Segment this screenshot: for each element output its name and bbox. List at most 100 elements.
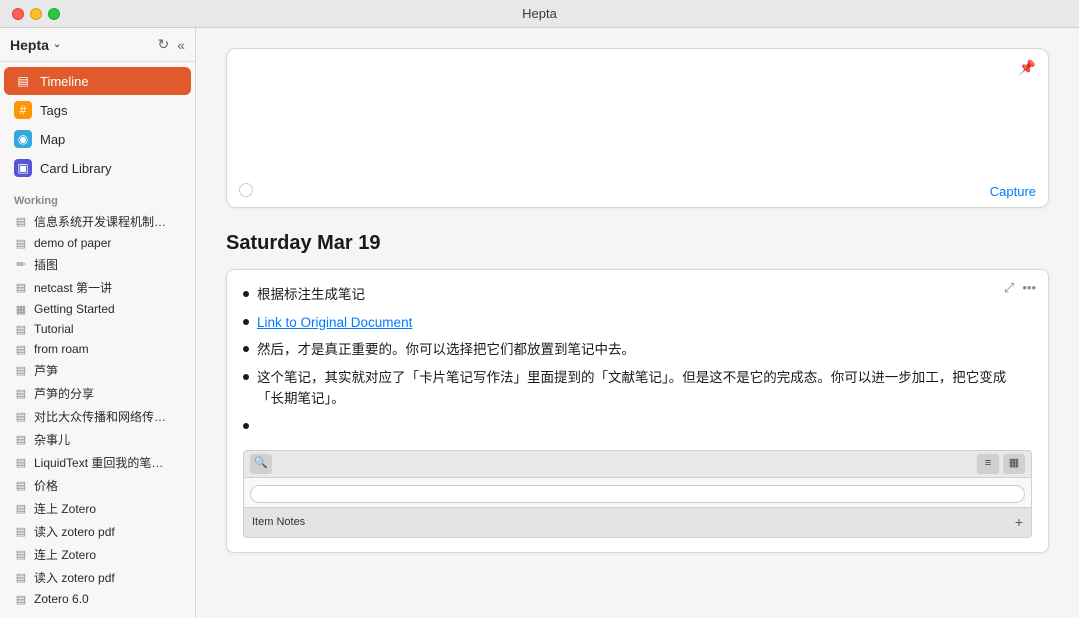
sidebar-item-icon: ▤: [14, 456, 28, 469]
app-name-area[interactable]: Hepta ⌄: [10, 37, 61, 53]
sidebar-item-icon: ▤: [14, 502, 28, 515]
bullet-item-3: 然后，才是真正重要的。你可以选择把它们都放置到笔记中去。: [243, 339, 1032, 361]
sidebar-item[interactable]: ▤ 杂事儿: [0, 428, 195, 451]
sidebar-header: Hepta ⌄ ↻ «: [0, 28, 195, 62]
sidebar-item-label: 杂事儿: [34, 431, 70, 448]
sidebar-item-icon: ▤: [14, 281, 28, 294]
collapse-sidebar-icon[interactable]: «: [177, 37, 185, 53]
sidebar: Hepta ⌄ ↻ « ▤ Timeline #Tags ◉ Map ▣ Card Libr…: [0, 28, 196, 618]
close-button[interactable]: [12, 8, 24, 20]
pin-icon: 📌: [1019, 59, 1036, 76]
sidebar-item[interactable]: ▤ 对比大众传播和网络传播这...: [0, 405, 195, 428]
sidebar-item-icon: ▤: [14, 479, 28, 492]
sidebar-item[interactable]: ▤Tutorial: [0, 319, 195, 339]
sidebar-item-icon: ▤: [14, 548, 28, 561]
sidebar-item-label: 连上 Zotero: [34, 500, 96, 517]
bullet-item-1: 根据标注生成笔记: [243, 284, 1032, 306]
sidebar-item-card-library[interactable]: ▣ Card Library: [4, 154, 191, 182]
note-card-icons: ⤢ •••: [1004, 280, 1036, 296]
sidebar-item-icon: ▤: [14, 410, 28, 423]
zotero-search-input[interactable]: [250, 485, 1025, 503]
sidebar-item[interactable]: ▤from roam: [0, 339, 195, 359]
bullet-dot-4: [243, 374, 249, 380]
sidebar-item-timeline[interactable]: ▤ Timeline: [4, 67, 191, 95]
bullet-item-5: [243, 416, 1032, 438]
bullet-dot-2: [243, 319, 249, 325]
bullet-dot-1: [243, 291, 249, 297]
sidebar-item-label: LiquidText 重回我的笔记系统: [34, 454, 174, 471]
sidebar-item[interactable]: ▤ LiquidText 重回我的笔记系统: [0, 451, 195, 474]
sidebar-item[interactable]: ▤ 读入 zotero pdf: [0, 566, 195, 589]
sidebar-item-label: 芦笋的分享: [34, 385, 94, 402]
sidebar-item-label: 读入 zotero pdf: [34, 569, 115, 586]
sidebar-item[interactable]: ▤芦笋的分享: [0, 382, 195, 405]
sidebar-item-icon: ▤: [14, 215, 28, 228]
sidebar-item-label: 对比大众传播和网络传播这...: [34, 408, 174, 425]
sidebar-item[interactable]: ▤ 价格: [0, 474, 195, 497]
zotero-view-icon[interactable]: ▦: [1003, 454, 1025, 474]
sidebar-item[interactable]: ▤ 芦笋: [0, 359, 195, 382]
link-to-original[interactable]: Link to Original Document: [257, 312, 412, 334]
sidebar-item-map[interactable]: ◉ Map: [4, 125, 191, 153]
sidebar-item[interactable]: ▤demo of paper: [0, 233, 195, 253]
zotero-widget: 🔍 ≡ ▦ Item Notes +: [243, 450, 1032, 538]
sidebar-item-icon: ▤: [14, 433, 28, 446]
title-bar: Hepta: [0, 0, 1079, 28]
sidebar-item[interactable]: ✏插图: [0, 253, 195, 276]
sidebar-item[interactable]: ▦ Getting Started: [0, 299, 195, 319]
sidebar-item-label: netcast 第一讲: [34, 279, 112, 296]
zotero-search-row: [244, 478, 1031, 508]
bullet-item-4: 这个笔记，其实就对应了「卡片笔记写作法」里面提到的「文献笔记」。但是这不是它的完…: [243, 367, 1032, 410]
sidebar-item-icon: ▦: [14, 303, 28, 316]
zotero-item-notes-header: Item Notes +: [244, 507, 1031, 536]
bullet-text-1: 根据标注生成笔记: [257, 284, 365, 306]
capture-button[interactable]: Capture: [990, 184, 1036, 199]
maximize-button[interactable]: [48, 8, 60, 20]
bullet-item-2: Link to Original Document: [243, 312, 1032, 334]
zotero-add-button[interactable]: +: [1015, 511, 1023, 533]
zotero-magnifier-icon[interactable]: 🔍: [250, 454, 272, 474]
capture-circle-icon: [239, 183, 253, 197]
card-library-nav-label: Card Library: [40, 161, 112, 176]
sidebar-item[interactable]: ▤ 连上 Zotero: [0, 543, 195, 566]
note-content: 根据标注生成笔记 Link to Original Document 然后，才是…: [243, 284, 1032, 538]
map-nav-label: Map: [40, 132, 65, 147]
capture-box: 📌 Capture: [226, 48, 1049, 208]
more-options-icon[interactable]: •••: [1022, 280, 1036, 296]
map-nav-icon: ◉: [14, 130, 32, 148]
sidebar-item-label: 插图: [34, 256, 58, 273]
timeline-nav-icon: ▤: [14, 72, 32, 90]
sidebar-item-label: Tutorial: [34, 322, 74, 336]
bullet-text-3: 然后，才是真正重要的。你可以选择把它们都放置到笔记中去。: [257, 339, 635, 361]
sidebar-item-tags[interactable]: #Tags: [4, 96, 191, 124]
expand-icon[interactable]: ⤢: [1004, 280, 1014, 296]
sidebar-item-icon: ▤: [14, 525, 28, 538]
bullet-text-5: [257, 416, 261, 438]
refresh-icon[interactable]: ↻: [157, 36, 169, 53]
sidebar-item[interactable]: ▤信息系统开发课程机制设计: [0, 210, 195, 233]
zotero-list-icon[interactable]: ≡: [977, 454, 999, 474]
sidebar-item[interactable]: ▤ 连上 Zotero: [0, 497, 195, 520]
section-label-started: Started: [0, 609, 195, 618]
sidebar-item-icon: ▤: [14, 237, 28, 250]
card-library-nav-icon: ▣: [14, 159, 32, 177]
sidebar-item[interactable]: ▤ netcast 第一讲: [0, 276, 195, 299]
sidebar-item-icon: ▤: [14, 364, 28, 377]
sidebar-item-label: 价格: [34, 477, 58, 494]
zotero-toolbar: 🔍 ≡ ▦: [244, 451, 1031, 478]
sidebar-item-label: 连上 Zotero: [34, 546, 96, 563]
sidebar-item-label: 芦笋: [34, 362, 58, 379]
sidebar-item-label: 读入 zotero pdf: [34, 523, 115, 540]
traffic-lights: [12, 8, 60, 20]
window-title: Hepta: [522, 6, 557, 21]
minimize-button[interactable]: [30, 8, 42, 20]
sidebar-item-icon: ▤: [14, 593, 28, 606]
sidebar-item-icon: ▤: [14, 571, 28, 584]
bullet-text-4: 这个笔记，其实就对应了「卡片笔记写作法」里面提到的「文献笔记」。但是这不是它的完…: [257, 367, 1032, 410]
sidebar-item[interactable]: ▤Zotero 6.0: [0, 589, 195, 609]
sidebar-item-label: Getting Started: [34, 302, 115, 316]
timeline-nav-label: Timeline: [40, 74, 89, 89]
section-label-working: Working: [0, 187, 195, 210]
bullet-dot-5: [243, 423, 249, 429]
sidebar-item[interactable]: ▤ 读入 zotero pdf: [0, 520, 195, 543]
